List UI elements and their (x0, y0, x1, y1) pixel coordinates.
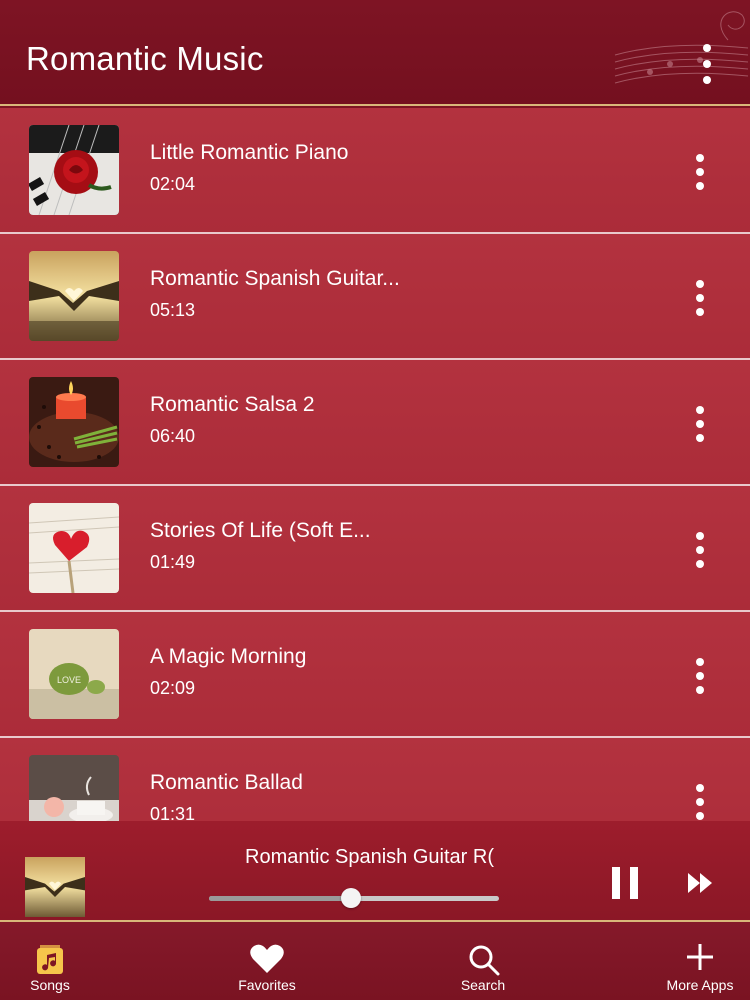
list-item[interactable]: LOVE A Magic Morning 02:09 (0, 612, 750, 738)
pause-button[interactable] (612, 867, 638, 899)
song-options-icon[interactable] (693, 280, 707, 320)
bottom-tab-bar: Songs Favorites Search More Apps (0, 922, 750, 1000)
song-duration: 01:49 (150, 552, 196, 572)
now-playing-bar: Romantic Spanish Guitar R( (0, 821, 750, 922)
song-options-icon[interactable] (693, 784, 707, 821)
song-title: Little Romantic Piano (150, 141, 349, 164)
tab-label: Songs (30, 977, 70, 993)
song-title: Romantic Ballad (150, 771, 303, 794)
album-art-love-stone: LOVE (29, 629, 119, 719)
now-playing-art[interactable] (25, 857, 85, 917)
album-art-rose (29, 125, 119, 215)
overflow-menu-icon[interactable] (700, 44, 712, 86)
now-playing-title: Romantic Spanish Guitar R( (245, 846, 494, 868)
album-art-teacup (29, 755, 119, 821)
page-title: Romantic Music (26, 40, 264, 77)
tab-label: Search (460, 977, 506, 993)
music-note-icon (37, 945, 63, 974)
song-title: Romantic Spanish Guitar... (150, 267, 400, 290)
song-options-icon[interactable] (693, 532, 707, 572)
list-item[interactable]: Stories Of Life (Soft E... 01:49 (0, 486, 750, 612)
next-track-icon[interactable] (686, 871, 716, 895)
progress-slider[interactable] (209, 888, 499, 908)
list-item[interactable]: Romantic Salsa 2 06:40 (0, 360, 750, 486)
app-header: Romantic Music (0, 0, 750, 106)
progress-fill (209, 896, 352, 901)
song-duration: 02:09 (150, 678, 196, 698)
tab-favorites[interactable]: Favorites (217, 922, 317, 1000)
song-list[interactable]: Little Romantic Piano 02:04 Romantic Spa… (0, 108, 750, 821)
song-duration: 05:13 (150, 300, 196, 320)
song-title: Romantic Salsa 2 (150, 393, 315, 416)
progress-thumb[interactable] (341, 888, 362, 908)
song-options-icon[interactable] (693, 154, 707, 194)
plus-icon (687, 944, 713, 970)
tab-label: More Apps (666, 977, 734, 993)
song-title: Stories Of Life (Soft E... (150, 519, 371, 542)
music-staff-decoration (614, 11, 749, 84)
tab-songs[interactable]: Songs (10, 922, 90, 1000)
song-duration: 02:04 (150, 174, 196, 194)
song-duration: 06:40 (150, 426, 196, 446)
song-duration: 01:31 (150, 804, 196, 821)
search-icon (469, 945, 500, 976)
song-options-icon[interactable] (693, 658, 707, 698)
tab-label: Favorites (238, 977, 296, 993)
svg-text:LOVE: LOVE (57, 675, 81, 685)
song-title: A Magic Morning (150, 645, 307, 668)
song-options-icon[interactable] (693, 406, 707, 446)
list-item[interactable]: Little Romantic Piano 02:04 (0, 108, 750, 234)
tab-more-apps[interactable]: More Apps (655, 922, 745, 1000)
album-art-heart-book (29, 503, 119, 593)
album-art-heart-hands (29, 251, 119, 341)
list-item[interactable]: Romantic Spanish Guitar... 05:13 (0, 234, 750, 360)
album-art-candle (29, 377, 119, 467)
list-item[interactable]: Romantic Ballad 01:31 (0, 738, 750, 821)
heart-icon (250, 944, 284, 973)
tab-search[interactable]: Search (433, 922, 533, 1000)
